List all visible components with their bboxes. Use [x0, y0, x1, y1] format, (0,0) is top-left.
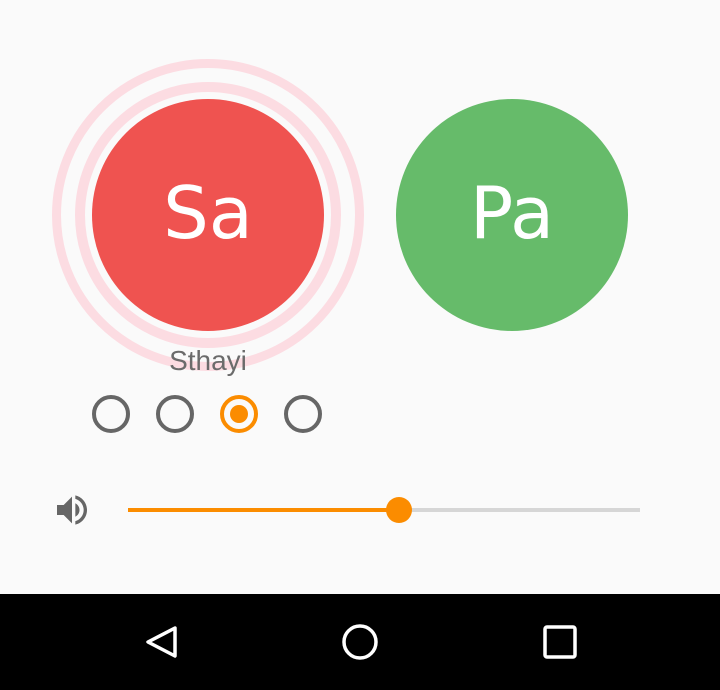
- back-triangle-icon[interactable]: [142, 622, 182, 662]
- octave-radio-2[interactable]: [156, 395, 194, 433]
- volume-slider-thumb[interactable]: [386, 497, 413, 523]
- octave-radio-3[interactable]: [220, 395, 258, 433]
- note-sa-label: Sa: [163, 171, 253, 255]
- volume-slider[interactable]: [128, 497, 640, 523]
- note-pa-label: Pa: [469, 171, 555, 255]
- system-navigation-bar: [0, 594, 720, 690]
- octave-radio-1[interactable]: [92, 395, 130, 433]
- octave-radio-4[interactable]: [284, 395, 322, 433]
- volume-slider-fill: [128, 508, 400, 512]
- volume-up-icon[interactable]: [52, 490, 92, 530]
- recents-square-icon[interactable]: [540, 622, 580, 662]
- note-pa-button[interactable]: Pa: [396, 99, 628, 331]
- note-sa-button[interactable]: Sa: [92, 99, 324, 331]
- octave-label: Sthayi: [169, 345, 247, 376]
- home-circle-icon[interactable]: [340, 622, 380, 662]
